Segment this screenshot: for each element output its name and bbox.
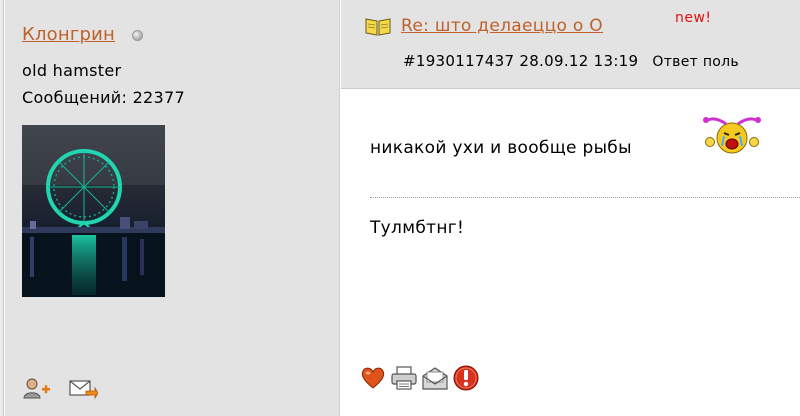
- user-title: old hamster: [22, 61, 122, 80]
- username-link[interactable]: Клонгрин: [22, 24, 115, 45]
- open-book-icon: [365, 16, 391, 36]
- user-post-count: Сообщений: 22377: [22, 88, 185, 107]
- offline-dot-icon: [132, 29, 144, 41]
- envelope-icon[interactable]: [421, 364, 449, 392]
- new-badge: new!: [675, 10, 712, 26]
- subject-row: Re: што делаеццо о О: [365, 16, 603, 36]
- post-subject-link[interactable]: Re: што делаеццо о О: [401, 16, 603, 36]
- avatar[interactable]: [22, 125, 165, 297]
- user-actions: [22, 376, 99, 402]
- username-row: Клонгрин: [22, 22, 144, 46]
- post-id-date: #1930117437 28.09.12 13:19: [403, 52, 639, 70]
- post-header: Re: што делаеццо о О new! #1930117437 28…: [341, 0, 800, 89]
- reply-link[interactable]: Ответ поль: [652, 54, 739, 70]
- crying-smiley-icon: [696, 112, 768, 160]
- heart-icon[interactable]: [359, 364, 387, 392]
- left-edge: [0, 0, 4, 416]
- post-main: Re: што делаеццо о О new! #1930117437 28…: [341, 0, 800, 416]
- post-actions: [359, 364, 480, 392]
- alert-icon[interactable]: [452, 364, 480, 392]
- signature: Тулмбтнг!: [370, 218, 465, 238]
- add-user-icon[interactable]: [22, 376, 52, 402]
- post-text: никакой ухи и вообще рыбы: [370, 138, 632, 158]
- post-meta: #1930117437 28.09.12 13:19 Ответ поль: [403, 52, 739, 70]
- signature-separator: [370, 197, 800, 198]
- post-body: никакой ухи и вообще рыбы Тулмбтнг!: [341, 90, 800, 416]
- printer-icon[interactable]: [390, 364, 418, 392]
- send-message-icon[interactable]: [68, 376, 99, 402]
- user-sidebar: Клонгрин old hamster Сообщений: 22377: [5, 0, 340, 416]
